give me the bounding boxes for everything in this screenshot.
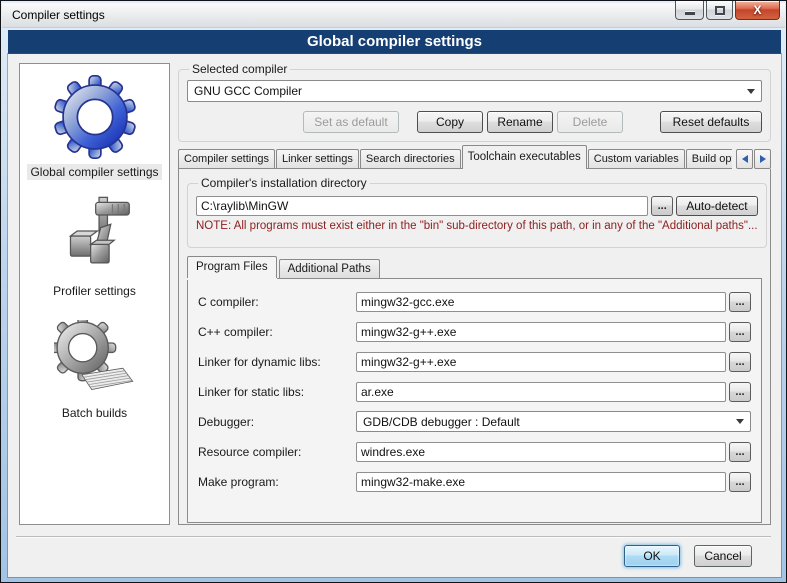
ok-button[interactable]: OK bbox=[624, 545, 680, 567]
toolchain-field-row: Debugger: GDB/CDB debugger : Default bbox=[198, 411, 751, 432]
sidebar-item-label: Batch builds bbox=[59, 405, 130, 421]
close-icon: X bbox=[753, 3, 761, 17]
maximize-icon bbox=[715, 6, 725, 15]
toolchain-field-row: Resource compiler:... bbox=[198, 441, 751, 462]
make-program-input[interactable] bbox=[356, 472, 726, 492]
tab-custom-variables[interactable]: Custom variables bbox=[588, 149, 685, 169]
tab-search-directories[interactable]: Search directories bbox=[360, 149, 461, 169]
delete-button: Delete bbox=[557, 111, 623, 133]
settings-sidebar: Global compiler settings bbox=[19, 63, 170, 525]
titlebar[interactable]: Compiler settings bbox=[2, 3, 785, 28]
toolchain-fields: C compiler:...C++ compiler:...Linker for… bbox=[198, 291, 751, 492]
toolchain-field-row: Linker for dynamic libs:... bbox=[198, 351, 751, 372]
left-arrow-icon bbox=[742, 155, 748, 163]
selected-compiler-legend: Selected compiler bbox=[189, 62, 290, 76]
caliper-icon bbox=[52, 194, 136, 278]
chevron-down-icon bbox=[736, 419, 744, 424]
resource-compiler-input[interactable] bbox=[356, 442, 726, 462]
reset-defaults-button[interactable]: Reset defaults bbox=[660, 111, 762, 133]
c-compiler-input[interactable] bbox=[356, 322, 726, 342]
toolchain-field-row: C++ compiler:... bbox=[198, 321, 751, 342]
selected-compiler-group: Selected compiler GNU GCC Compiler Set a… bbox=[178, 62, 771, 142]
install-dir-browse-button[interactable]: ... bbox=[651, 196, 673, 216]
dialog-body: Global compiler settings bbox=[8, 54, 781, 577]
tab-linker-settings[interactable]: Linker settings bbox=[276, 149, 359, 169]
linker-for-static-libs-input[interactable] bbox=[356, 382, 726, 402]
debugger-label: Debugger: bbox=[198, 415, 356, 429]
compiler-settings-window: Compiler settings X Global compiler sett… bbox=[0, 0, 787, 583]
tab-scroll-buttons bbox=[732, 145, 771, 169]
sidebar-item-label: Profiler settings bbox=[50, 283, 139, 299]
rename-button[interactable]: Rename bbox=[487, 111, 553, 133]
debugger-select[interactable]: GDB/CDB debugger : Default bbox=[356, 411, 751, 432]
tab-compiler-settings[interactable]: Compiler settings bbox=[178, 149, 275, 169]
linker-for-static-libs-label: Linker for static libs: bbox=[198, 385, 356, 399]
subtab-additional-paths[interactable]: Additional Paths bbox=[279, 259, 380, 278]
linker-for-dynamic-libs-browse-button[interactable]: ... bbox=[729, 352, 751, 372]
sidebar-item-profiler-settings[interactable]: Profiler settings bbox=[50, 194, 139, 299]
window-title: Compiler settings bbox=[12, 8, 105, 22]
tab-toolchain-executables[interactable]: Toolchain executables bbox=[462, 145, 587, 169]
install-dir-legend: Compiler's installation directory bbox=[198, 176, 370, 190]
auto-detect-button[interactable]: Auto-detect bbox=[676, 196, 757, 216]
toolchain-field-row: C compiler:... bbox=[198, 291, 751, 312]
linker-for-dynamic-libs-label: Linker for dynamic libs: bbox=[198, 355, 356, 369]
toolchain-executables-panel: Compiler's installation directory ... Au… bbox=[178, 168, 771, 525]
install-dir-input[interactable] bbox=[196, 196, 648, 216]
resource-compiler-label: Resource compiler: bbox=[198, 445, 356, 459]
toolchain-field-row: Make program:... bbox=[198, 471, 751, 492]
tab-scroll-left-button[interactable] bbox=[736, 149, 753, 169]
sidebar-item-global-compiler-settings[interactable]: Global compiler settings bbox=[27, 75, 161, 180]
chevron-down-icon bbox=[747, 89, 755, 94]
compiler-select[interactable]: GNU GCC Compiler bbox=[187, 80, 762, 102]
sidebar-item-batch-builds[interactable]: Batch builds bbox=[54, 320, 136, 421]
right-column: Selected compiler GNU GCC Compiler Set a… bbox=[178, 54, 771, 577]
footer-buttons: OK Cancel bbox=[624, 545, 752, 567]
compiler-select-value: GNU GCC Compiler bbox=[194, 84, 741, 98]
sidebar-item-label: Global compiler settings bbox=[27, 164, 161, 180]
program-files-panel: C compiler:...C++ compiler:...Linker for… bbox=[187, 278, 762, 523]
toolchain-subtabs: Program Files Additional Paths bbox=[187, 256, 762, 278]
install-dir-row: ... Auto-detect bbox=[196, 196, 758, 216]
header-banner: Global compiler settings bbox=[8, 30, 781, 54]
subtab-program-files[interactable]: Program Files bbox=[187, 256, 277, 278]
debugger-select-value: GDB/CDB debugger : Default bbox=[363, 415, 730, 429]
tab-scroll-right-button[interactable] bbox=[754, 149, 771, 169]
make-program-label: Make program: bbox=[198, 475, 356, 489]
resource-compiler-browse-button[interactable]: ... bbox=[729, 442, 751, 462]
minimize-button[interactable] bbox=[675, 1, 704, 20]
toolchain-field-row: Linker for static libs:... bbox=[198, 381, 751, 402]
gear-stack-icon bbox=[54, 320, 136, 400]
compiler-actions: Set as default Copy Rename Delete Reset … bbox=[187, 111, 762, 133]
linker-for-static-libs-browse-button[interactable]: ... bbox=[729, 382, 751, 402]
right-arrow-icon bbox=[760, 155, 766, 163]
window-controls: X bbox=[673, 1, 780, 20]
install-dir-note: NOTE: All programs must exist either in … bbox=[196, 220, 758, 232]
c-compiler-label: C++ compiler: bbox=[198, 325, 356, 339]
minimize-icon bbox=[685, 12, 695, 15]
maximize-button[interactable] bbox=[706, 1, 733, 20]
main-tabs: Compiler settings Linker settings Search… bbox=[178, 145, 771, 169]
linker-for-dynamic-libs-input[interactable] bbox=[356, 352, 726, 372]
c-compiler-label: C compiler: bbox=[198, 295, 356, 309]
page-title: Global compiler settings bbox=[307, 33, 482, 50]
install-dir-group: Compiler's installation directory ... Au… bbox=[187, 176, 767, 248]
copy-button[interactable]: Copy bbox=[417, 111, 483, 133]
cancel-button[interactable]: Cancel bbox=[694, 545, 752, 567]
c-compiler-input[interactable] bbox=[356, 292, 726, 312]
c-compiler-browse-button[interactable]: ... bbox=[729, 322, 751, 342]
close-button[interactable]: X bbox=[735, 1, 780, 20]
blue-gear-icon bbox=[53, 75, 137, 159]
c-compiler-browse-button[interactable]: ... bbox=[729, 292, 751, 312]
footer-separator bbox=[16, 536, 771, 537]
set-as-default-button: Set as default bbox=[303, 111, 399, 133]
make-program-browse-button[interactable]: ... bbox=[729, 472, 751, 492]
